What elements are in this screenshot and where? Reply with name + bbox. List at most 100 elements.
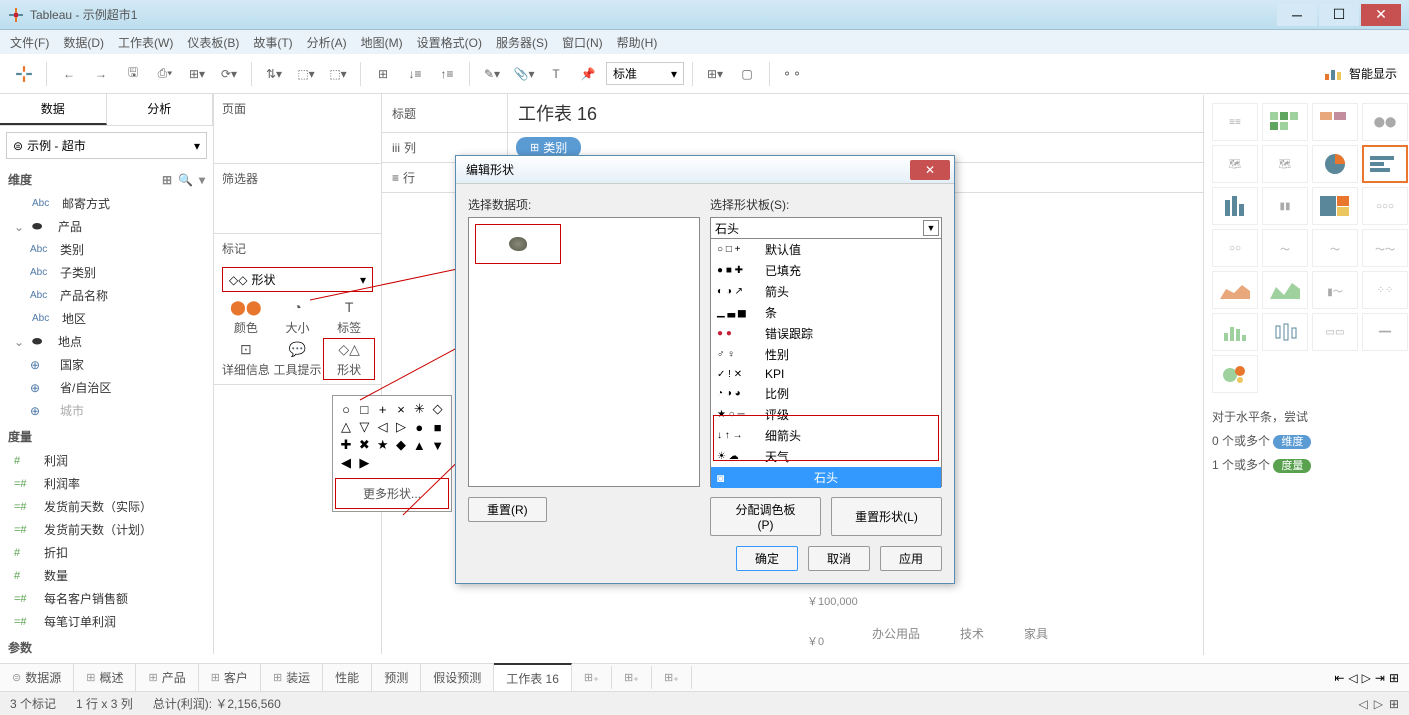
tab-datasource[interactable]: ⊜数据源: [0, 664, 74, 691]
assign-palette-button[interactable]: 分配调色板(P): [710, 497, 821, 536]
meas-discount[interactable]: #折扣: [10, 541, 213, 564]
meas-ship-plan[interactable]: =#发货前天数（计划）: [10, 518, 213, 541]
tab-nav-next[interactable]: ▷: [1362, 671, 1371, 685]
data-items-listbox[interactable]: [468, 217, 700, 487]
shape-triangle-left[interactable]: ◁: [374, 418, 392, 436]
menu-story[interactable]: 故事(T): [253, 34, 292, 51]
viz-hbar[interactable]: [1362, 145, 1408, 183]
viz-stacked-bar[interactable]: [1212, 187, 1258, 225]
viz-map[interactable]: 🗺: [1212, 145, 1258, 183]
shape-triangle[interactable]: △: [337, 418, 355, 436]
status-nav-prev[interactable]: ◁: [1358, 697, 1367, 711]
shape-triangle-right[interactable]: ▷: [392, 418, 410, 436]
view-icon[interactable]: ⊞: [162, 173, 172, 187]
shape-filled-tri-right[interactable]: ▶: [355, 454, 373, 472]
search-icon[interactable]: 🔍: [178, 173, 193, 187]
reset-shapes-button[interactable]: 重置形状(L): [831, 497, 942, 536]
shape-filled-plus[interactable]: ✚: [337, 436, 355, 454]
marks-type-dropdown[interactable]: ◇◇形状 ▾: [222, 267, 373, 292]
viz-area-c[interactable]: [1212, 271, 1258, 309]
shape-filled-x[interactable]: ✖: [355, 436, 373, 454]
sort-d-icon[interactable]: ↑≡: [433, 60, 461, 88]
new-dashboard-button[interactable]: ⊞₊: [612, 666, 652, 689]
viz-heatmap[interactable]: [1262, 103, 1308, 141]
meas-profit[interactable]: #利润: [10, 449, 213, 472]
meas-ship-actual[interactable]: =#发货前天数（实际）: [10, 495, 213, 518]
viz-filled-map[interactable]: 🗺: [1262, 145, 1308, 183]
save-icon[interactable]: 🖫: [119, 60, 147, 88]
tab-forecast[interactable]: 预测: [372, 664, 421, 691]
viz-pie[interactable]: [1312, 145, 1358, 183]
tab-analysis[interactable]: 分析: [107, 94, 214, 125]
sort-a-icon[interactable]: ↓≡: [401, 60, 429, 88]
sort-asc-icon[interactable]: ⬚▾: [292, 60, 320, 88]
dim-product[interactable]: ⌄⬬产品: [10, 215, 213, 238]
menu-help[interactable]: 帮助(H): [617, 34, 658, 51]
tab-performance[interactable]: 性能: [323, 664, 372, 691]
more-shapes-button[interactable]: 更多形状...: [335, 478, 449, 509]
new-datasource-icon[interactable]: ⎙▾: [151, 60, 179, 88]
shape-filled-diamond[interactable]: ◆: [392, 436, 410, 454]
back-icon[interactable]: ←: [55, 60, 83, 88]
pin-icon[interactable]: 📌: [574, 60, 602, 88]
menu-dashboard[interactable]: 仪表板(B): [187, 34, 239, 51]
sort-desc-icon[interactable]: ⬚▾: [324, 60, 352, 88]
forward-icon[interactable]: →: [87, 60, 115, 88]
worksheet-title[interactable]: 工作表 16: [516, 98, 599, 128]
shape-diamond[interactable]: ◇: [429, 400, 447, 418]
close-button[interactable]: ✕: [1361, 4, 1401, 26]
viz-text-table[interactable]: ≡≡: [1212, 103, 1258, 141]
marks-tooltip[interactable]: 💬工具提示: [272, 338, 324, 380]
marks-size[interactable]: ◔大小: [272, 296, 324, 338]
shape-filled-circle[interactable]: ●: [410, 418, 428, 436]
highlight-icon[interactable]: ✎▾: [478, 60, 506, 88]
shape-filled-square[interactable]: ■: [429, 418, 447, 436]
marks-detail[interactable]: ⊡详细信息: [220, 338, 272, 380]
meas-sales-per-cust[interactable]: =#每名客户销售额: [10, 587, 213, 610]
viz-area-d[interactable]: [1262, 271, 1308, 309]
apply-button[interactable]: 应用: [880, 546, 942, 571]
status-nav-next[interactable]: ▷: [1374, 697, 1383, 711]
chevron-down-icon[interactable]: ▼: [923, 220, 939, 236]
shape-plus[interactable]: +: [374, 400, 392, 418]
showme-button[interactable]: 智能显示: [1349, 65, 1397, 82]
new-sheet-button[interactable]: ⊞₊: [572, 666, 612, 689]
swap-icon[interactable]: ⇅▾: [260, 60, 288, 88]
viz-circle[interactable]: ○○○: [1362, 187, 1408, 225]
shape-x[interactable]: ×: [392, 400, 410, 418]
share-icon[interactable]: ⚬⚬: [778, 60, 806, 88]
viz-line-c[interactable]: ～: [1262, 229, 1308, 267]
tab-overview[interactable]: ⊞概述: [74, 664, 136, 691]
menu-analysis[interactable]: 分析(A): [307, 34, 347, 51]
status-nav-list[interactable]: ⊞: [1389, 697, 1399, 711]
tab-nav-last[interactable]: ⇥: [1375, 671, 1385, 685]
group-icon[interactable]: ⊞: [369, 60, 397, 88]
tab-nav-first[interactable]: ⇤: [1334, 671, 1344, 685]
tab-product[interactable]: ⊞产品: [136, 664, 198, 691]
viz-side-bar[interactable]: ▮▮: [1262, 187, 1308, 225]
meas-quantity[interactable]: #数量: [10, 564, 213, 587]
viz-highlight[interactable]: [1312, 103, 1358, 141]
attach-icon[interactable]: 📎▾: [510, 60, 538, 88]
shape-circle[interactable]: ○: [337, 400, 355, 418]
tab-nav-prev[interactable]: ◁: [1348, 671, 1357, 685]
reload-button[interactable]: 重置(R): [468, 497, 547, 522]
shape-star[interactable]: ✳: [410, 400, 428, 418]
maximize-button[interactable]: ☐: [1319, 4, 1359, 26]
tableau-home-icon[interactable]: [10, 60, 38, 88]
dim-region[interactable]: Abc地区: [10, 307, 213, 330]
dim-subcategory[interactable]: Abc子类别: [26, 261, 213, 284]
cancel-button[interactable]: 取消: [808, 546, 870, 571]
viz-side-circle[interactable]: ○○: [1212, 229, 1258, 267]
dim-city[interactable]: ⊕城市: [26, 399, 213, 422]
refresh-icon[interactable]: ⟳▾: [215, 60, 243, 88]
ok-button[interactable]: 确定: [736, 546, 798, 571]
menu-format[interactable]: 设置格式(O): [417, 34, 482, 51]
fit-dropdown[interactable]: 标准▾: [606, 62, 684, 85]
menu-server[interactable]: 服务器(S): [496, 34, 548, 51]
palette-combo[interactable]: 石头 ▼: [710, 217, 942, 239]
viz-histogram[interactable]: [1212, 313, 1258, 351]
new-worksheet-icon[interactable]: ⊞▾: [183, 60, 211, 88]
menu-file[interactable]: 文件(F): [10, 34, 49, 51]
marks-label[interactable]: T标签: [323, 296, 375, 338]
